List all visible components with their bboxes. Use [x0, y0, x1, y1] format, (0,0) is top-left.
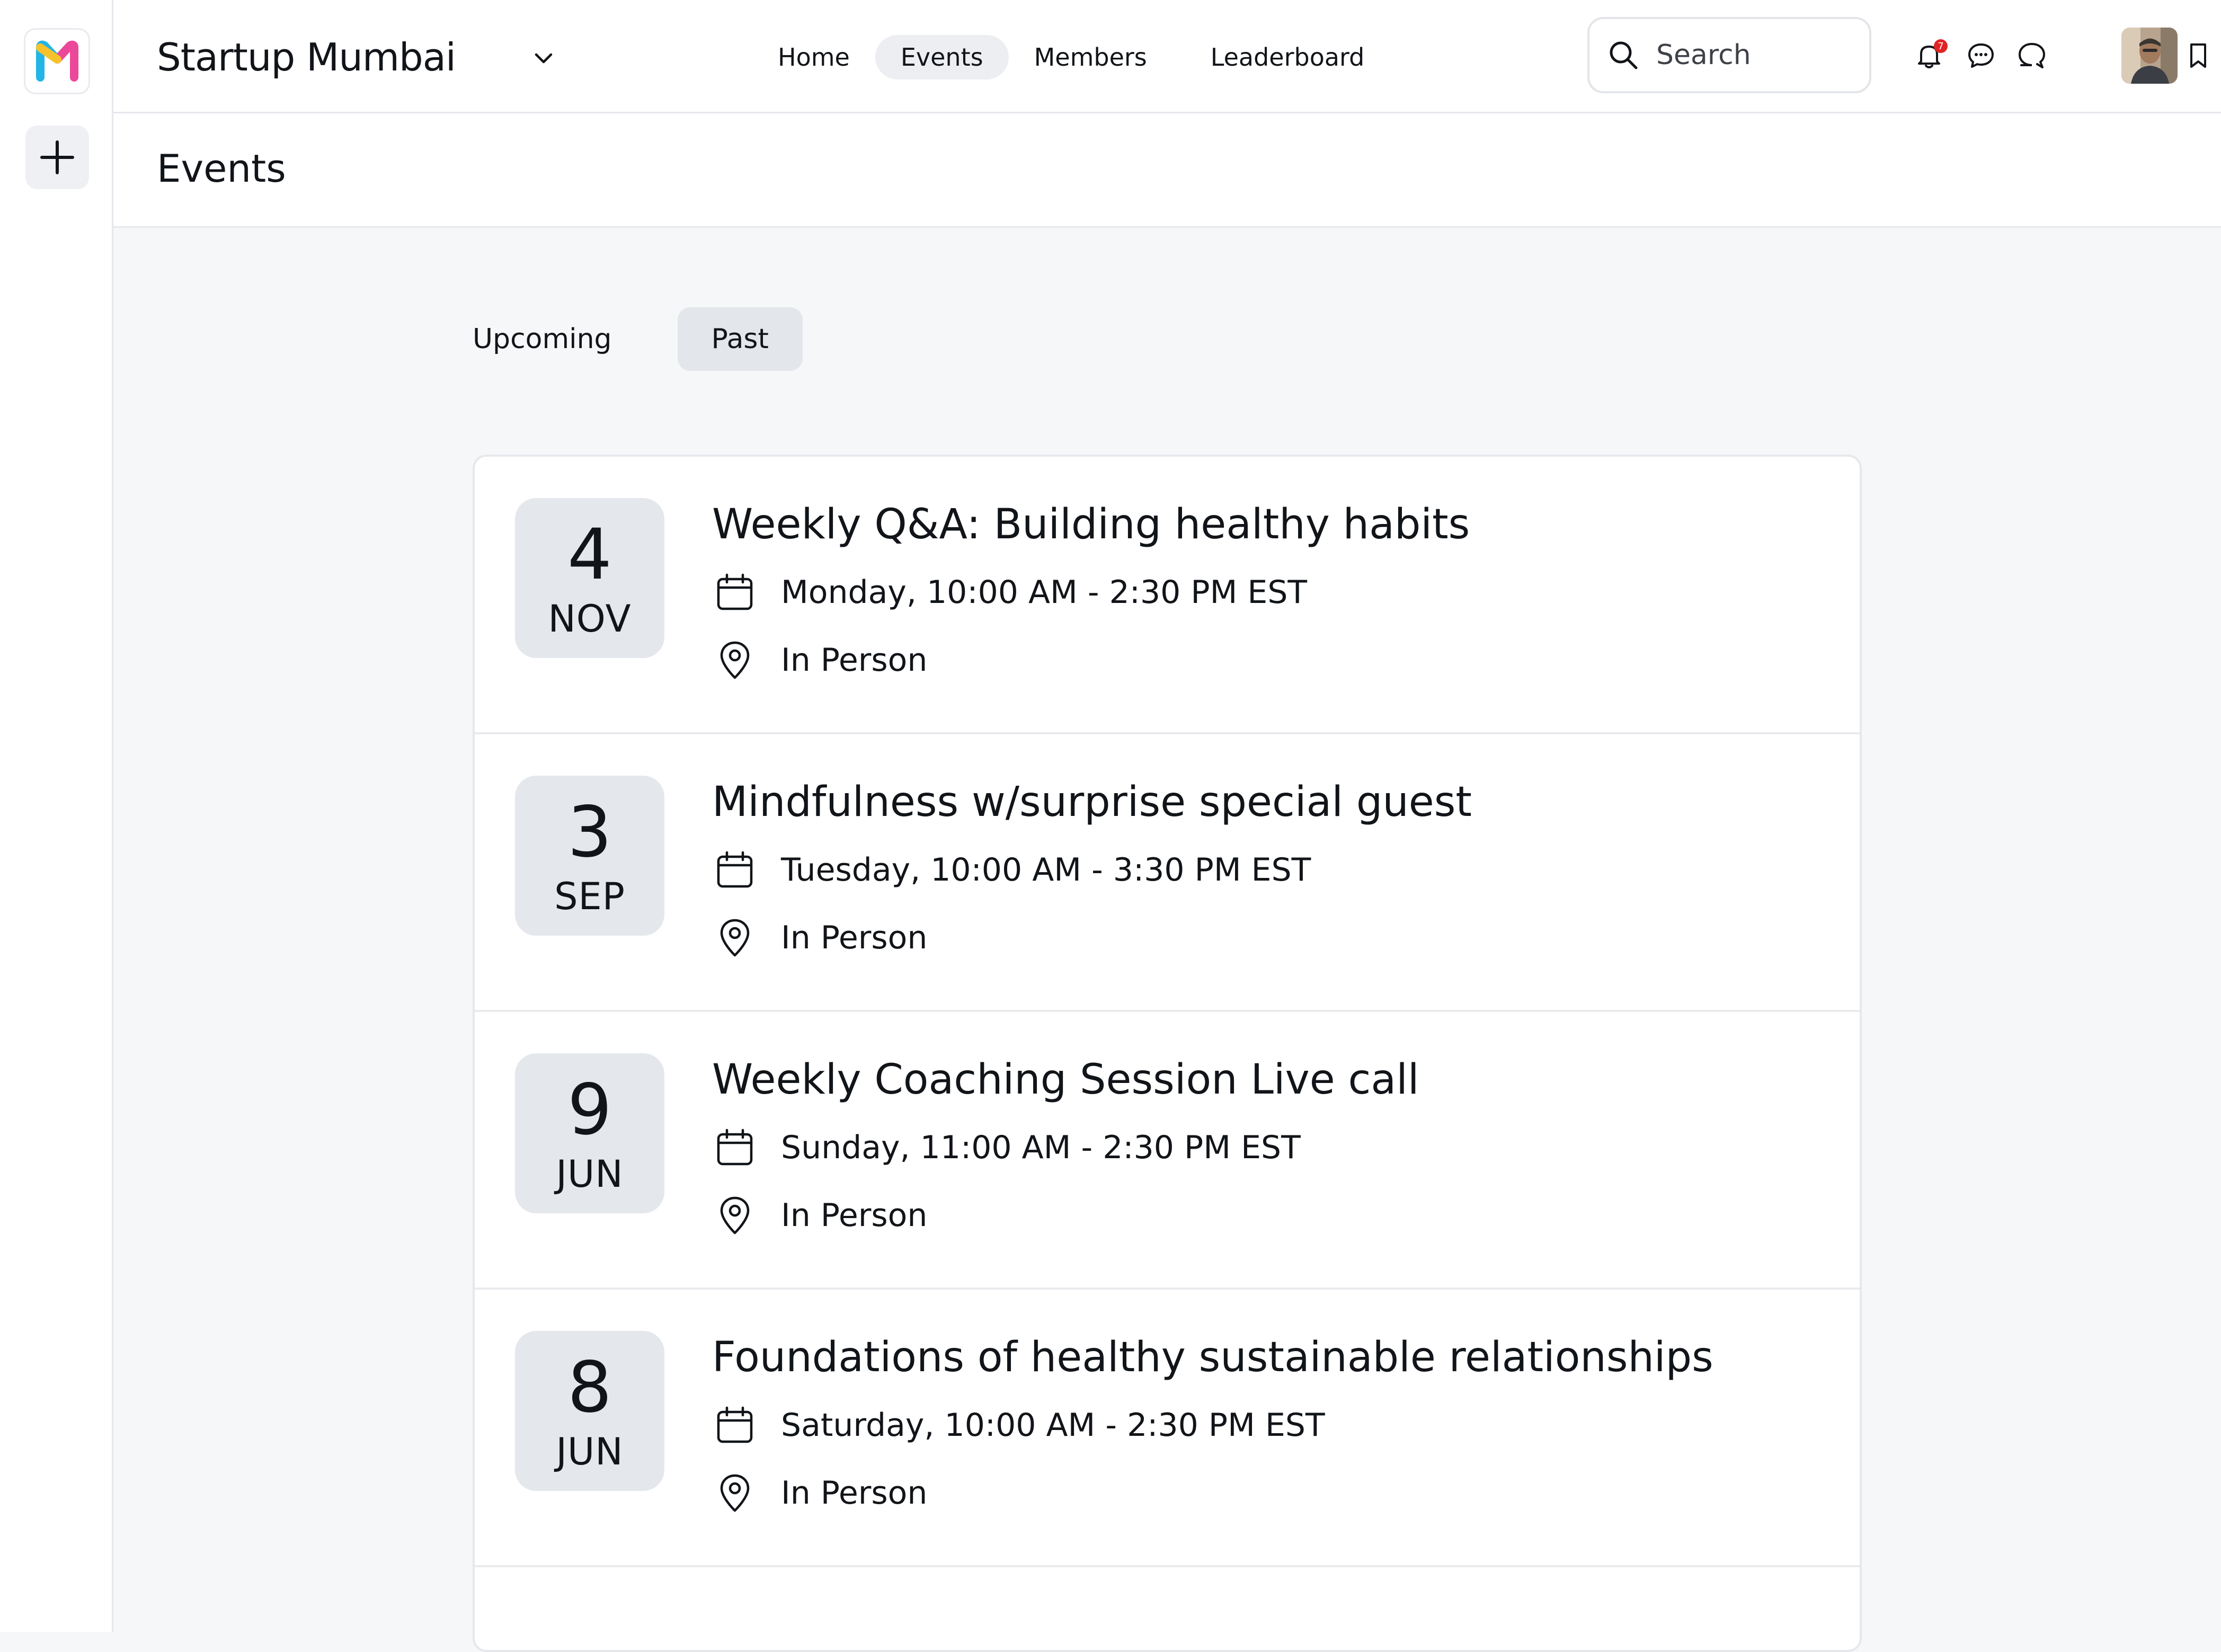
bookmarks-button[interactable]	[2180, 37, 2217, 74]
event-time-row: Sunday, 11:00 AM - 2:30 PM EST	[712, 1122, 1301, 1173]
tab-past[interactable]: Past	[677, 307, 803, 371]
event-time-row: Tuesday, 10:00 AM - 3:30 PM EST	[712, 845, 1311, 895]
event-location: In Person	[781, 1197, 928, 1234]
event-day: 3	[567, 792, 612, 873]
event-date: 3 SEP	[515, 776, 664, 936]
bookmark-icon	[2190, 43, 2206, 68]
add-community-button[interactable]	[25, 126, 89, 189]
calendar-icon	[712, 570, 758, 615]
community-name[interactable]: Startup Mumbai	[157, 30, 456, 85]
event-card[interactable]: 8 JUN Foundations of healthy sustainable…	[475, 1290, 1860, 1567]
event-date: 4 NOV	[515, 498, 664, 658]
top-bar: Startup Mumbai Home Events Members Leade…	[113, 0, 2221, 113]
event-date: 8 JUN	[515, 1331, 664, 1491]
chat-button[interactable]	[1962, 37, 2000, 74]
notifications-button[interactable]: 7	[1911, 37, 1948, 74]
calendar-icon	[712, 847, 758, 893]
tab-upcoming[interactable]: Upcoming	[461, 307, 646, 371]
event-time: Tuesday, 10:00 AM - 3:30 PM EST	[781, 851, 1311, 889]
nav-home[interactable]: Home	[752, 35, 875, 79]
event-location: In Person	[781, 919, 928, 956]
event-time-row: Monday, 10:00 AM - 2:30 PM EST	[712, 567, 1307, 618]
event-time: Monday, 10:00 AM - 2:30 PM EST	[781, 574, 1308, 611]
main-nav: Home Events Members Leaderboard	[752, 34, 1390, 81]
community-switcher-button[interactable]	[527, 41, 561, 75]
event-location-row: In Person	[712, 1468, 927, 1518]
page-title: Events	[157, 146, 286, 191]
events-tabs: Upcoming Past	[461, 307, 803, 371]
search-placeholder: Search	[1656, 39, 1751, 71]
app-logo[interactable]	[24, 28, 90, 94]
nav-events[interactable]: Events	[875, 35, 1009, 79]
avatar-image	[2121, 28, 2178, 84]
calendar-icon	[712, 1125, 758, 1170]
search-icon	[1610, 41, 1638, 69]
event-card[interactable]: 9 JUN Weekly Coaching Session Live call …	[475, 1012, 1860, 1290]
messages-icon	[2018, 43, 2045, 68]
page-header: Events	[113, 113, 2221, 228]
nav-leaderboard[interactable]: Leaderboard	[1185, 35, 1390, 79]
event-day: 4	[567, 514, 612, 596]
location-pin-icon	[712, 1193, 758, 1238]
plus-icon	[40, 140, 74, 174]
user-avatar[interactable]	[2121, 28, 2178, 84]
chevron-down-icon	[535, 53, 553, 64]
event-time: Saturday, 10:00 AM - 2:30 PM EST	[781, 1407, 1325, 1444]
event-time-row: Saturday, 10:00 AM - 2:30 PM EST	[712, 1400, 1325, 1451]
messages-button[interactable]	[2013, 37, 2050, 74]
event-day: 8	[567, 1347, 612, 1428]
event-month: JUN	[556, 1152, 624, 1196]
nav-members[interactable]: Members	[1009, 35, 1172, 79]
event-location: In Person	[781, 1475, 928, 1512]
event-time: Sunday, 11:00 AM - 2:30 PM EST	[781, 1129, 1301, 1166]
event-location: In Person	[781, 642, 928, 679]
event-month: SEP	[554, 875, 625, 918]
chat-bubble-icon	[1968, 43, 1994, 68]
event-month: JUN	[556, 1430, 624, 1473]
location-pin-icon	[712, 915, 758, 961]
event-card[interactable]: 3 SEP Mindfulness w/surprise special gue…	[475, 734, 1860, 1012]
calendar-icon	[712, 1402, 758, 1448]
events-list: 4 NOV Weekly Q&A: Building healthy habit…	[473, 455, 1862, 1652]
event-date: 9 JUN	[515, 1053, 664, 1213]
event-title[interactable]: Weekly Coaching Session Live call	[712, 1053, 1419, 1106]
search-input[interactable]: Search	[1587, 17, 1871, 93]
event-location-row: In Person	[712, 1190, 927, 1241]
event-card[interactable]: 4 NOV Weekly Q&A: Building healthy habit…	[475, 457, 1860, 734]
event-title[interactable]: Weekly Q&A: Building healthy habits	[712, 498, 1470, 551]
location-pin-icon	[712, 637, 758, 683]
event-location-row: In Person	[712, 635, 927, 686]
logo-m-icon	[35, 40, 78, 82]
left-rail	[0, 0, 113, 1632]
event-month: NOV	[548, 597, 632, 641]
event-title[interactable]: Mindfulness w/surprise special guest	[712, 776, 1472, 829]
event-day: 9	[567, 1069, 612, 1151]
event-location-row: In Person	[712, 912, 927, 963]
notification-badge: 7	[1934, 39, 1948, 53]
location-pin-icon	[712, 1470, 758, 1516]
event-title[interactable]: Foundations of healthy sustainable relat…	[712, 1331, 1713, 1384]
